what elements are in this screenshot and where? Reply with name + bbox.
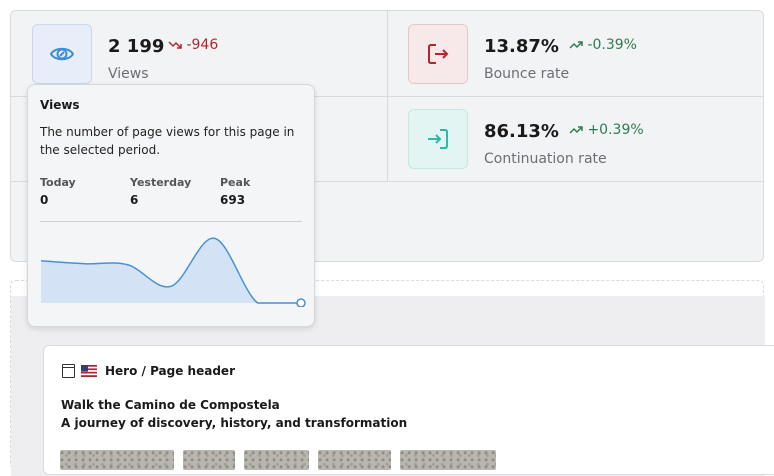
sparkline-area xyxy=(41,238,301,303)
metric-today-label: Today xyxy=(40,176,76,189)
content-card[interactable]: Hero / Page header Walk the Camino de Co… xyxy=(43,345,774,475)
continuation-value: 86.13% xyxy=(484,121,559,142)
bounce-label: Bounce rate xyxy=(484,66,570,82)
metric-yesterday-value: 6 xyxy=(130,193,139,207)
image-thumbnail[interactable] xyxy=(318,450,391,470)
us-flag-icon xyxy=(81,365,97,377)
continuation-icon-box xyxy=(408,109,468,169)
views-tooltip: Views The number of page views for this … xyxy=(27,84,315,327)
tooltip-description: The number of page views for this page i… xyxy=(40,125,295,157)
trend-down-icon xyxy=(168,41,182,49)
content-type-label: Hero / Page header xyxy=(105,364,235,378)
exit-icon xyxy=(428,44,449,64)
views-label: Views xyxy=(108,66,149,82)
views-sparkline-chart xyxy=(40,237,306,307)
trend-up-icon xyxy=(569,41,583,49)
hero-heading: Walk the Camino de Compostela xyxy=(61,398,280,412)
bounce-icon-box xyxy=(408,24,468,84)
image-thumbnail[interactable] xyxy=(183,450,235,470)
select-checkbox[interactable] xyxy=(62,364,75,378)
eye-icon xyxy=(49,47,75,61)
tooltip-title: Views xyxy=(40,98,80,112)
image-thumbnail[interactable] xyxy=(244,450,309,470)
bounce-value: 13.87% xyxy=(484,36,559,57)
enter-icon xyxy=(428,129,448,149)
metric-yesterday-label: Yesterday xyxy=(130,176,192,189)
continuation-label: Continuation rate xyxy=(484,151,607,167)
views-icon-box xyxy=(32,24,92,84)
views-delta-value: -946 xyxy=(186,37,219,53)
views-delta: -946 xyxy=(168,37,218,53)
hero-subheading: A journey of discovery, history, and tra… xyxy=(61,416,408,430)
image-thumbnail[interactable] xyxy=(60,450,174,470)
tooltip-separator xyxy=(40,221,302,222)
bounce-delta-value: -0.39% xyxy=(587,37,637,53)
bounce-delta: -0.39% xyxy=(569,37,637,53)
continuation-delta-value: +0.39% xyxy=(587,122,644,138)
views-value: 2 199 xyxy=(108,36,165,57)
continuation-delta: +0.39% xyxy=(569,122,644,138)
sparkline-last-point xyxy=(296,298,306,307)
metric-peak-value: 693 xyxy=(220,193,246,207)
image-thumbnail[interactable] xyxy=(400,450,496,470)
trend-up-icon xyxy=(569,126,583,134)
metric-today-value: 0 xyxy=(40,193,49,207)
metric-peak-label: Peak xyxy=(220,176,251,189)
